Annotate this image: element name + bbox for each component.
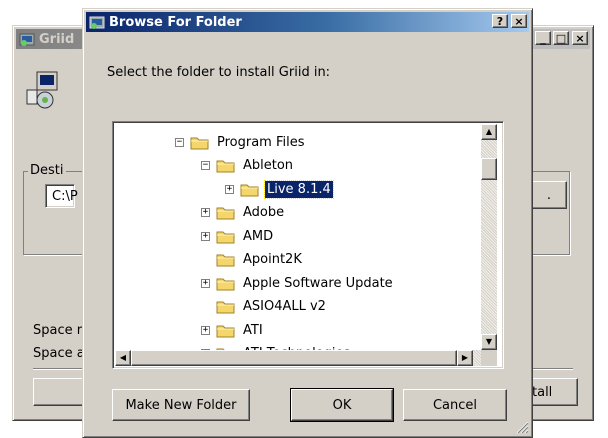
- dialog-titlebar[interactable]: Browse For Folder ? ×: [86, 12, 529, 32]
- tree-hscroll-thumb[interactable]: [131, 350, 457, 366]
- tree-node-label: Adobe: [243, 205, 285, 220]
- cancel-button[interactable]: Cancel: [403, 389, 507, 421]
- tree-node-label: Live 8.1.4: [264, 179, 334, 199]
- tree-node-label: ASIO4ALL v2: [243, 299, 326, 314]
- tree-node[interactable]: Apoint2K: [201, 249, 304, 271]
- tree-node-label: ATI: [243, 322, 263, 338]
- folder-icon: [216, 254, 235, 267]
- tree-node[interactable]: + ATI: [201, 319, 265, 341]
- dialog-title: Browse For Folder: [109, 14, 242, 30]
- open-folder-icon: [190, 137, 209, 149]
- setup-title: Griid: [39, 31, 75, 47]
- make-new-folder-button[interactable]: Make New Folder: [112, 389, 250, 421]
- folder-icon: [216, 207, 235, 220]
- folder-icon: [240, 184, 259, 196]
- installer-icon: [26, 71, 58, 109]
- tree-scroll-down-button[interactable]: ▼: [481, 334, 497, 350]
- folder-icon: [216, 325, 235, 337]
- scroll-corner: [481, 350, 497, 366]
- close-button[interactable]: ×: [572, 31, 588, 45]
- space-available-label: Space a: [33, 346, 85, 361]
- browse-button[interactable]: .: [531, 181, 567, 209]
- expand-icon[interactable]: +: [225, 184, 234, 194]
- setup-app-icon: [19, 33, 35, 46]
- folder-icon: [216, 231, 235, 243]
- browse-for-folder-dialog: Browse For Folder ? × Select the folder …: [82, 8, 533, 438]
- tree-node[interactable]: − Ableton: [201, 155, 295, 177]
- tree-node-label: Apple Software Update: [243, 275, 393, 291]
- tree-scroll-right-button[interactable]: ▶: [457, 350, 473, 366]
- folder-icon: [216, 278, 235, 290]
- collapse-icon[interactable]: −: [201, 161, 210, 170]
- maximize-button[interactable]: □: [553, 31, 569, 45]
- expand-icon[interactable]: +: [201, 325, 210, 335]
- tree-node-label: Program Files: [217, 134, 305, 150]
- expand-icon[interactable]: +: [201, 231, 210, 241]
- resize-grip-icon[interactable]: [515, 420, 529, 434]
- tree-vscroll-thumb[interactable]: [481, 158, 497, 180]
- ok-button[interactable]: OK: [290, 388, 394, 422]
- tree-node[interactable]: − Program Files: [175, 131, 307, 153]
- dialog-app-icon: [89, 16, 105, 29]
- tree-node[interactable]: + AMD: [201, 225, 275, 247]
- minimize-button[interactable]: _: [535, 31, 551, 45]
- tree-node[interactable]: + Adobe: [201, 202, 286, 224]
- expand-icon[interactable]: +: [201, 208, 210, 217]
- help-button[interactable]: ?: [492, 14, 508, 28]
- tree-node[interactable]: + Apple Software Update: [201, 272, 395, 294]
- collapse-icon[interactable]: −: [175, 137, 184, 147]
- tree-scroll-up-button[interactable]: ▲: [481, 124, 497, 140]
- open-folder-icon: [216, 160, 235, 173]
- expand-icon[interactable]: +: [201, 278, 210, 288]
- folder-tree[interactable]: − Program Files − Ableton + Live 8.1.4 + Adobe +…: [112, 121, 504, 369]
- tree-node-label: Ableton: [243, 158, 294, 173]
- make-new-folder-label: Make New Folder: [125, 397, 237, 413]
- tree-node[interactable]: ASIO4ALL v2: [201, 296, 328, 318]
- tree-node[interactable]: + Live 8.1.4: [225, 178, 334, 200]
- folder-icon: [216, 301, 235, 314]
- destination-group-label: Desti: [28, 163, 66, 178]
- tree-node-label: Apoint2K: [243, 252, 302, 267]
- destination-path-field[interactable]: C:\P: [45, 184, 78, 208]
- tree-scroll-left-button[interactable]: ◀: [115, 350, 131, 366]
- tree-node-label: AMD: [243, 228, 274, 244]
- dialog-close-button[interactable]: ×: [511, 14, 527, 28]
- space-required-label: Space r: [33, 323, 83, 338]
- dialog-prompt: Select the folder to install Griid in:: [107, 65, 331, 80]
